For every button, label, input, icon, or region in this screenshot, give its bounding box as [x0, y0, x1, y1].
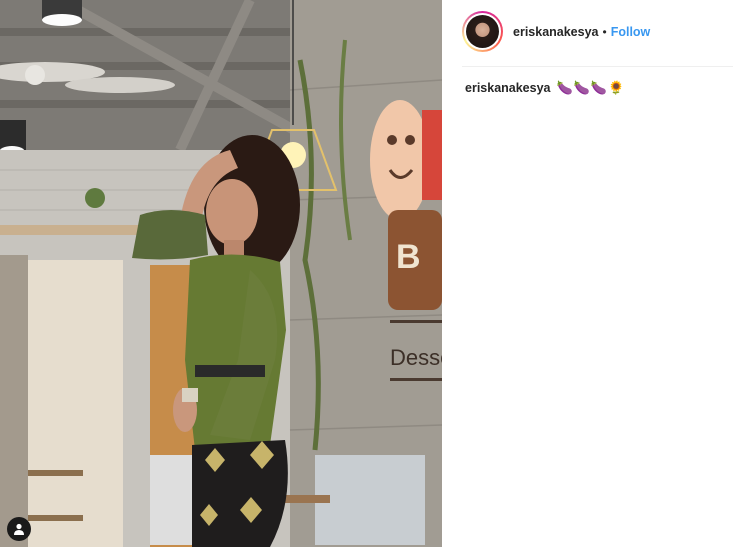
- avatar-frame: [464, 13, 501, 50]
- post-photo[interactable]: B Desse: [0, 0, 442, 547]
- header-divider: [462, 66, 733, 67]
- user-tag-icon: [14, 523, 24, 535]
- follow-button[interactable]: Follow: [611, 25, 651, 39]
- story-ring[interactable]: [462, 11, 503, 52]
- separator-dot: •: [602, 24, 607, 39]
- caption-username[interactable]: eriskanakesya: [465, 81, 551, 95]
- photo-scene: B Desse: [0, 0, 442, 547]
- post-header: eriskanakesya • Follow: [462, 9, 732, 54]
- user-tag-button[interactable]: [7, 517, 31, 541]
- mural-letters: B: [396, 238, 421, 276]
- post-side-panel: eriskanakesya • Follow eriskanakesya 🍆🍆🍆…: [442, 0, 745, 547]
- author-username[interactable]: eriskanakesya: [513, 25, 599, 39]
- post-caption: eriskanakesya 🍆🍆🍆🌻: [465, 80, 625, 96]
- caption-text: 🍆🍆🍆🌻: [556, 80, 626, 95]
- mural-word: Desse: [390, 345, 442, 370]
- avatar[interactable]: [466, 15, 499, 48]
